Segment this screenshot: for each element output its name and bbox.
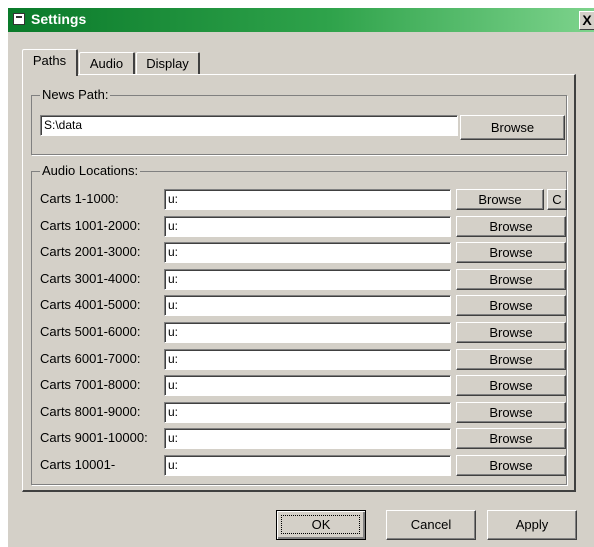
audio-row-browse-button[interactable]: Browse — [456, 402, 566, 423]
audio-locations-label: Audio Locations: — [40, 163, 141, 178]
close-icon[interactable]: X — [579, 11, 594, 30]
audio-row-browse-button[interactable]: Browse — [456, 349, 566, 370]
audio-row-label: Carts 10001- — [40, 457, 116, 472]
audio-row-path-input[interactable]: u: — [164, 322, 451, 343]
settings-dialog: Settings X Paths Audio Display News Path… — [8, 8, 594, 547]
news-path-label: News Path: — [40, 87, 111, 102]
window-title: Settings — [31, 11, 87, 27]
audio-row-browse-button[interactable]: Browse — [456, 295, 566, 316]
audio-row-path-input[interactable]: u: — [164, 242, 451, 263]
cancel-button[interactable]: Cancel — [386, 510, 476, 540]
audio-row-path-input[interactable]: u: — [164, 455, 451, 476]
audio-row-label: Carts 8001-9000: — [40, 404, 141, 419]
audio-row-browse-button[interactable]: Browse — [456, 428, 566, 449]
audio-row-label: Carts 4001-5000: — [40, 297, 141, 312]
tab-audio[interactable]: Audio — [79, 52, 135, 74]
audio-row-clear-button[interactable]: C — [547, 189, 567, 210]
audio-row-label: Carts 7001-8000: — [40, 377, 141, 392]
audio-row-path-input[interactable]: u: — [164, 402, 451, 423]
audio-row-browse-button[interactable]: Browse — [456, 242, 566, 263]
audio-row-path-input[interactable]: u: — [164, 189, 451, 210]
audio-row-label: Carts 1-1000: — [40, 191, 119, 206]
audio-row-path-input[interactable]: u: — [164, 295, 451, 316]
audio-row-browse-button[interactable]: Browse — [456, 189, 544, 210]
audio-row-browse-button[interactable]: Browse — [456, 269, 566, 290]
audio-row-browse-button[interactable]: Browse — [456, 322, 566, 343]
tab-paths[interactable]: Paths — [22, 49, 78, 76]
audio-row-label: Carts 2001-3000: — [40, 244, 141, 259]
window-app-icon — [13, 13, 25, 25]
news-path-group: News Path: S:\data Browse — [31, 87, 567, 155]
title-bar[interactable]: Settings X — [8, 8, 594, 32]
audio-row-label: Carts 6001-7000: — [40, 351, 141, 366]
audio-row-label: Carts 1001-2000: — [40, 218, 141, 233]
audio-row-label: Carts 9001-10000: — [40, 430, 148, 445]
audio-row-label: Carts 3001-4000: — [40, 271, 141, 286]
audio-row-browse-button[interactable]: Browse — [456, 375, 566, 396]
audio-row-path-input[interactable]: u: — [164, 216, 451, 237]
audio-row-path-input[interactable]: u: — [164, 349, 451, 370]
tab-display[interactable]: Display — [136, 52, 200, 74]
audio-row-path-input[interactable]: u: — [164, 269, 451, 290]
apply-button[interactable]: Apply — [487, 510, 577, 540]
audio-row-path-input[interactable]: u: — [164, 375, 451, 396]
audio-row-browse-button[interactable]: Browse — [456, 216, 566, 237]
focus-rect — [281, 515, 360, 534]
news-path-input[interactable]: S:\data — [40, 115, 458, 136]
tab-panel-paths: News Path: S:\data Browse Audio Location… — [22, 74, 576, 492]
audio-row-label: Carts 5001-6000: — [40, 324, 141, 339]
audio-row-path-input[interactable]: u: — [164, 428, 451, 449]
news-path-browse-button[interactable]: Browse — [460, 115, 565, 140]
audio-row-browse-button[interactable]: Browse — [456, 455, 566, 476]
ok-button[interactable]: OK — [276, 510, 366, 540]
